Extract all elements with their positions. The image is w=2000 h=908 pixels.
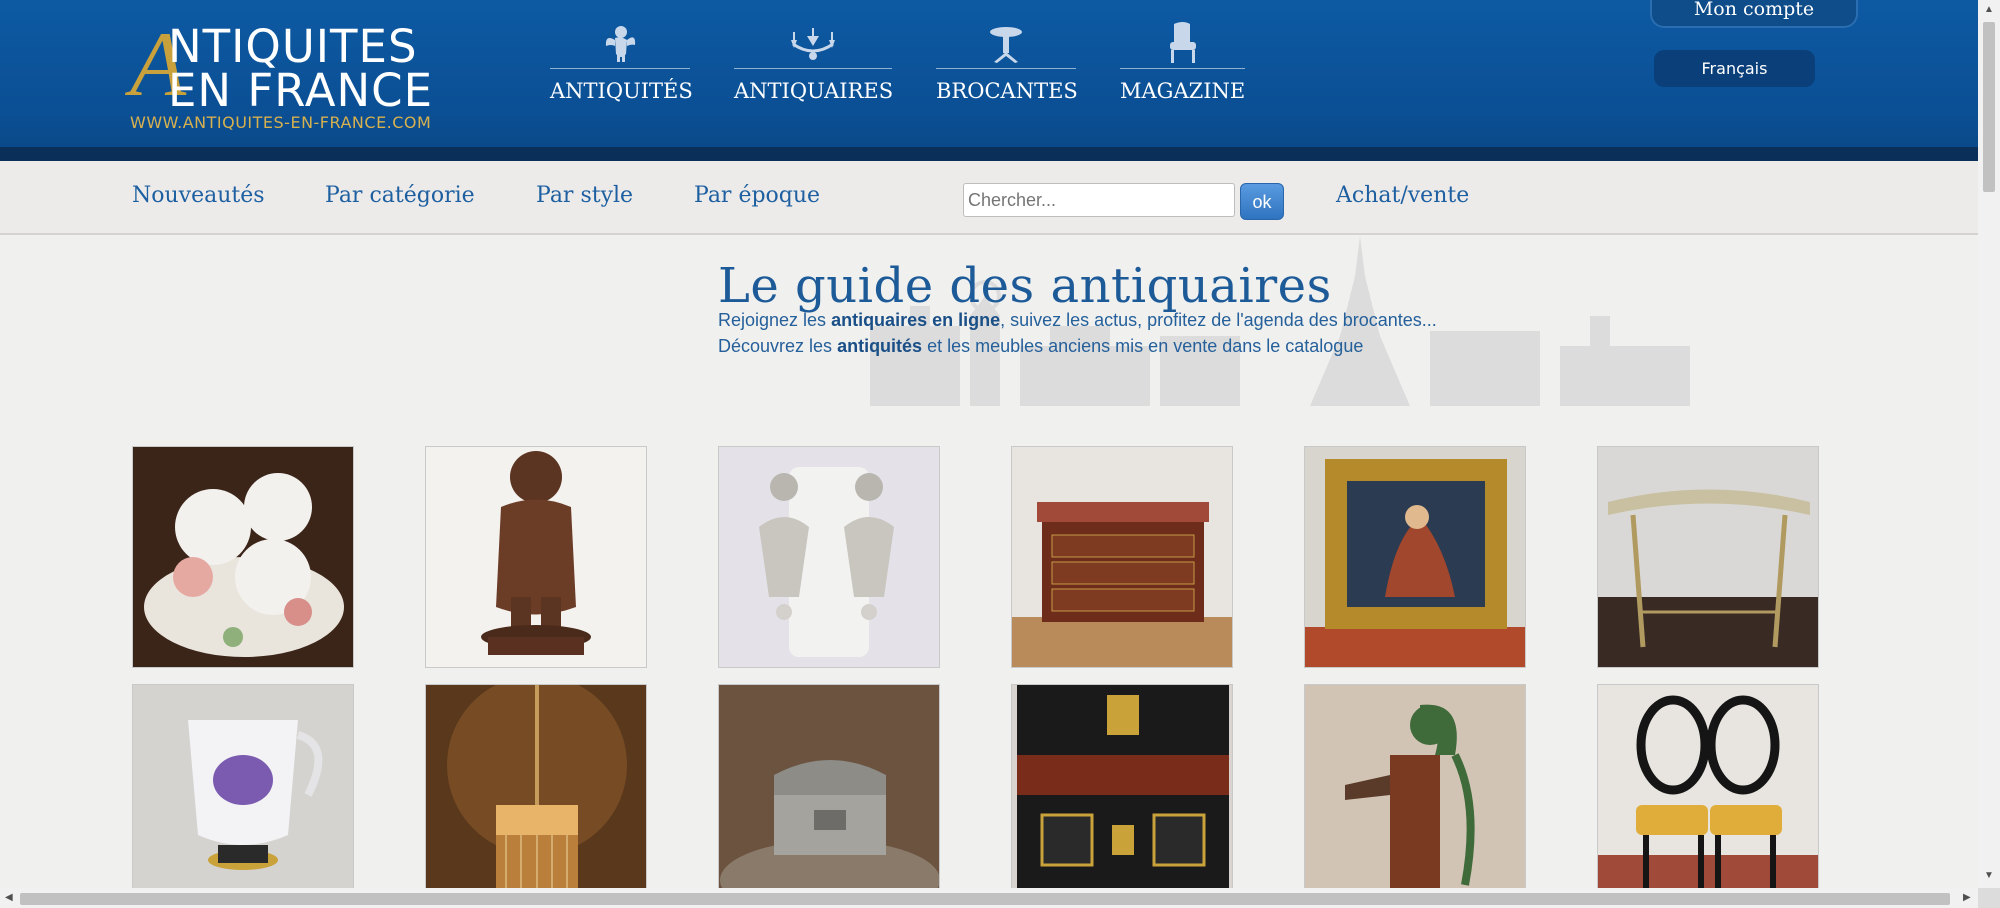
link-antiquites[interactable]: antiquités bbox=[837, 336, 922, 356]
vertical-scrollbar[interactable]: ▲ ▼ bbox=[1978, 0, 2000, 888]
catalog-item-3[interactable] bbox=[718, 446, 940, 668]
link-antiquaires-en-ligne[interactable]: antiquaires en ligne bbox=[831, 310, 1000, 330]
horizontal-scroll-thumb[interactable] bbox=[20, 893, 1950, 905]
main-nav-item-brocantes[interactable]: BROCANTES bbox=[936, 22, 1078, 112]
catalog-item-6[interactable] bbox=[1597, 446, 1819, 668]
search-input[interactable] bbox=[963, 183, 1235, 217]
catalog-item-10[interactable] bbox=[1011, 684, 1233, 906]
gueridon-icon bbox=[990, 27, 1022, 63]
my-account-button[interactable]: Mon compte bbox=[1650, 0, 1858, 28]
language-selector[interactable]: Français bbox=[1654, 50, 1815, 87]
page-title: Le guide des antiquaires bbox=[718, 258, 1332, 314]
header-bottom-band bbox=[0, 147, 1978, 161]
main-nav-label: ANTIQUAIRES bbox=[734, 79, 894, 103]
site-logo[interactable]: A NTIQUITES EN FRANCE WWW.ANTIQUITES-EN-… bbox=[130, 18, 450, 134]
catalog-item-11[interactable] bbox=[1304, 684, 1526, 906]
logo-url: WWW.ANTIQUITES-EN-FRANCE.COM bbox=[130, 113, 432, 132]
scroll-up-arrow-icon[interactable]: ▲ bbox=[1984, 4, 1994, 15]
search-submit-button[interactable]: ok bbox=[1240, 183, 1284, 220]
catalog-item-1[interactable] bbox=[132, 446, 354, 668]
armchair-icon bbox=[1169, 22, 1196, 63]
main-nav-label: BROCANTES bbox=[936, 79, 1078, 103]
main-nav-item-magazine[interactable]: MAGAZINE bbox=[1120, 22, 1245, 112]
main-nav-item-antiquites[interactable]: ANTIQUITÉS bbox=[550, 22, 693, 112]
scroll-down-arrow-icon[interactable]: ▼ bbox=[1984, 870, 1994, 881]
hero-intro-line-2: Découvrez les antiquités et les meubles … bbox=[718, 336, 1364, 356]
scroll-right-arrow-icon[interactable]: ▶ bbox=[1963, 892, 1971, 903]
chandelier-icon bbox=[791, 28, 835, 60]
site-header: A NTIQUITES EN FRANCE WWW.ANTIQUITES-EN-… bbox=[0, 0, 1978, 161]
vertical-scroll-thumb[interactable] bbox=[1983, 22, 1995, 192]
horizontal-scrollbar[interactable]: ◀ ▶ bbox=[0, 888, 1978, 908]
catalog-item-8[interactable] bbox=[425, 684, 647, 906]
main-nav-item-antiquaires[interactable]: ANTIQUAIRES bbox=[734, 22, 894, 112]
catalog-item-2[interactable] bbox=[425, 446, 647, 668]
catalog-item-9[interactable] bbox=[718, 684, 940, 906]
main-nav-label: MAGAZINE bbox=[1120, 79, 1246, 103]
catalog-item-12[interactable] bbox=[1597, 684, 1819, 906]
subnav-link-epoque[interactable]: Par époque bbox=[694, 183, 820, 208]
cherub-icon bbox=[605, 26, 636, 62]
logo-line-2: EN FRANCE bbox=[168, 64, 434, 117]
scroll-left-arrow-icon[interactable]: ◀ bbox=[5, 892, 13, 903]
secondary-nav: Nouveautés Par catégorie Par style Par é… bbox=[0, 161, 1978, 235]
main-nav: ANTIQUITÉS ANTIQUAIRES BROCANTES MAGAZIN… bbox=[550, 22, 1289, 112]
catalog-item-7[interactable] bbox=[132, 684, 354, 906]
subnav-link-categorie[interactable]: Par catégorie bbox=[325, 183, 475, 208]
subnav-link-style[interactable]: Par style bbox=[536, 183, 633, 208]
subnav-link-nouveautes[interactable]: Nouveautés bbox=[132, 183, 265, 208]
catalog-item-5[interactable] bbox=[1304, 446, 1526, 668]
subnav-link-achat-vente[interactable]: Achat/vente bbox=[1336, 183, 1469, 208]
hero-intro-line-1: Rejoignez les antiquaires en ligne, suiv… bbox=[718, 310, 1437, 330]
main-nav-label: ANTIQUITÉS bbox=[550, 79, 693, 103]
logo-line-1: NTIQUITES bbox=[168, 20, 418, 73]
scrollbar-corner bbox=[1978, 888, 2000, 908]
catalog-item-4[interactable] bbox=[1011, 446, 1233, 668]
